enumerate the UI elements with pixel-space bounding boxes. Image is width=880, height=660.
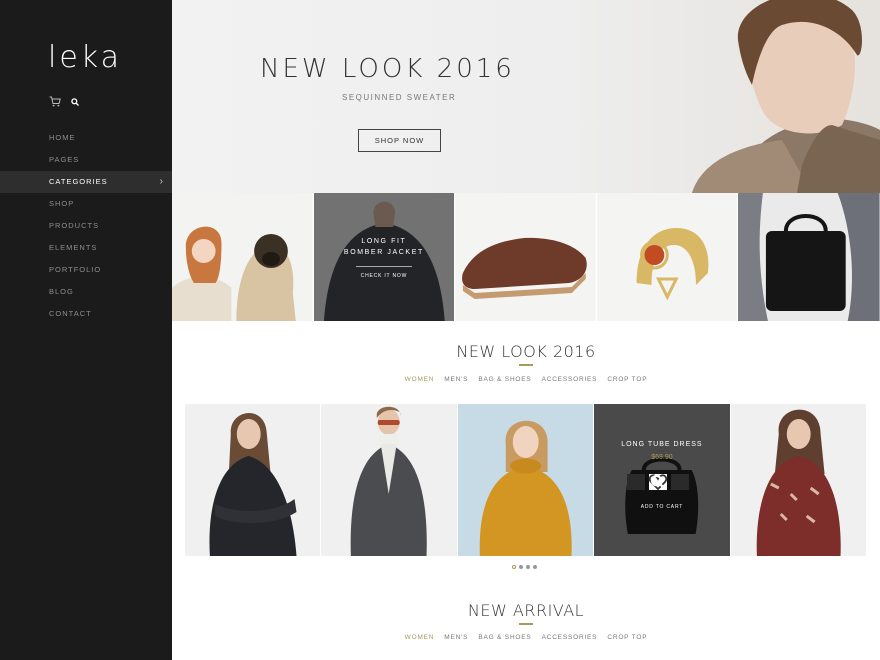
tab-mens[interactable]: MEN'S [444,634,468,641]
category-tile-bag[interactable] [738,193,880,321]
gold-cuff-image [596,193,738,321]
carousel-dot[interactable] [533,565,537,569]
tab-women[interactable]: WOMEN [405,376,435,383]
product-actions [627,474,690,490]
product-price: $69.90 [651,454,673,461]
sidebar-item-pages[interactable]: PAGES [0,149,172,171]
product-image-floral-blouse [730,404,867,556]
sidebar-nav: HOME PAGES CATEGORIES › SHOP PRODUCTS ELE… [0,127,172,325]
tab-mens[interactable]: MEN'S [444,376,468,383]
check-it-now-link[interactable]: CHECK IT NOW [361,273,407,279]
cart-icon[interactable] [49,96,61,107]
section-title-underline [519,364,533,366]
sidebar-item-label: CATEGORIES [49,177,108,186]
product-image-grey-blazer [321,404,457,556]
brown-shoe-image [455,193,596,321]
sidebar-item-shop[interactable]: SHOP [0,193,172,215]
overlay-divider [355,265,412,267]
category-overlay: LONG FIT BOMBER JACKET CHECK IT NOW [313,193,455,321]
hero-title: NEW LOOK 2016 [260,54,515,84]
sidebar-item-elements[interactable]: ELEMENTS [0,237,172,259]
category-strip: LONG FIT BOMBER JACKET CHECK IT NOW [172,193,880,321]
section-title-new-arrival: NEW ARRIVAL [467,601,585,620]
product-image-mustard-sweater [457,404,594,556]
tab-accessories[interactable]: ACCESSORIES [542,376,598,383]
section-title-new-look: NEW LOOK 2016 [456,342,596,361]
product-name: LONG TUBE DRESS [621,441,703,448]
chevron-right-icon: › [159,176,164,187]
category-tile-girl-dog[interactable] [172,193,314,321]
sidebar-item-categories[interactable]: CATEGORIES › [0,171,172,193]
carousel-dot[interactable] [526,565,530,569]
sidebar-item-contact[interactable]: CONTACT [0,303,172,325]
main-content: NEW LOOK 2016 SEQUINNED SWEATER SHOP NOW [172,0,880,660]
search-icon[interactable] [651,474,690,490]
overlay-title-line1: LONG FIT [361,237,407,245]
tab-crop-top[interactable]: CROP TOP [607,376,647,383]
brand-logo[interactable]: leka [48,40,122,75]
carousel-pagination [512,565,537,569]
product-card[interactable] [321,404,457,556]
hero-model-image [692,0,880,193]
section-title-underline [519,623,533,625]
shop-now-button[interactable]: SHOP NOW [358,129,441,152]
girl-with-dog-image [172,193,313,321]
product-card-hover[interactable]: LONG TUBE DRESS $69.90 ADD TO CART [594,404,730,556]
hero-subtitle: SEQUINNED SWEATER [342,93,457,102]
overlay-title-line2: BOMBER JACKET [343,248,424,256]
filter-tabs-new-look: WOMEN MEN'S BAG & SHOES ACCESSORIES CROP… [172,376,880,383]
search-icon[interactable] [71,97,79,106]
product-card[interactable] [185,404,321,556]
tab-bag-shoes[interactable]: BAG & SHOES [478,634,531,641]
tab-women[interactable]: WOMEN [405,634,435,641]
product-image-pinstripe-suit [185,404,321,556]
category-tile-jewelry[interactable] [596,193,739,321]
carousel-dot[interactable] [512,565,516,569]
carousel-dot[interactable] [519,565,523,569]
category-tile-shoes[interactable] [455,193,597,321]
product-carousel: LONG TUBE DRESS $69.90 ADD TO CART [185,404,867,556]
sidebar: leka HOME PAGES CATEGORIES › SHOP PRODUCT… [0,0,172,660]
sidebar-item-portfolio[interactable]: PORTFOLIO [0,259,172,281]
sidebar-item-blog[interactable]: BLOG [0,281,172,303]
tab-bag-shoes[interactable]: BAG & SHOES [478,376,531,383]
sidebar-icons [49,96,79,107]
product-card[interactable] [730,404,867,556]
tab-accessories[interactable]: ACCESSORIES [542,634,598,641]
black-bag-image [738,193,880,321]
category-tile-bomber-jacket[interactable]: LONG FIT BOMBER JACKET CHECK IT NOW [313,193,456,321]
hero-banner: NEW LOOK 2016 SEQUINNED SWEATER SHOP NOW [172,0,880,193]
add-to-cart-button[interactable]: ADD TO CART [594,504,729,510]
filter-tabs-new-arrival: WOMEN MEN'S BAG & SHOES ACCESSORIES CROP… [172,634,880,641]
product-card[interactable] [457,404,594,556]
tab-crop-top[interactable]: CROP TOP [607,634,647,641]
sidebar-item-home[interactable]: HOME [0,127,172,149]
sidebar-item-products[interactable]: PRODUCTS [0,215,172,237]
